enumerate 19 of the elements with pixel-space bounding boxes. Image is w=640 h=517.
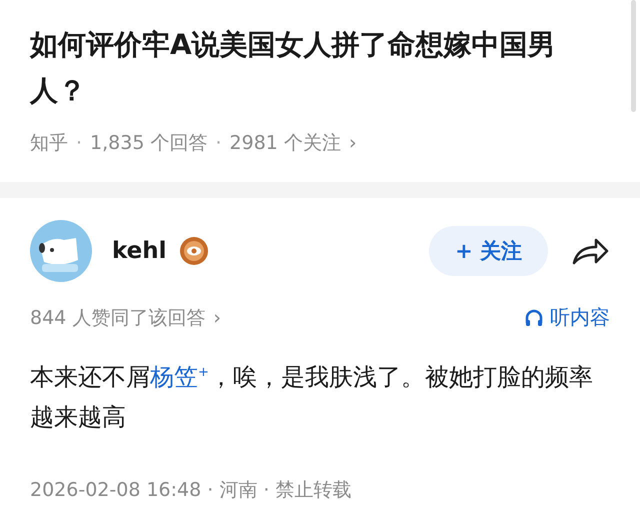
vote-count[interactable]: 844 人赞同了该回答: [30, 304, 206, 330]
meta-text: 1,835 个回答: [90, 131, 208, 156]
follow-button[interactable]: + 关注: [429, 226, 548, 276]
separator-dot: ·: [76, 132, 82, 154]
answer-text: 本来还不屑杨笠$^{+}$，唉，是我肤浅了。被她打脸的频率越来越高: [30, 362, 594, 433]
listen-link[interactable]: 听内容: [524, 304, 610, 331]
chevron[interactable]: ›: [213, 306, 221, 328]
avatar[interactable]: [30, 220, 92, 282]
eye-badge-icon: [178, 236, 209, 266]
meta-text: 2981 个关注: [230, 131, 341, 156]
topic-link[interactable]: 杨笠$^{+}$: [150, 363, 209, 391]
post-date: 2026-02-08 16:48 · 河南 · 禁止转载: [30, 478, 352, 503]
scrollbar[interactable]: [631, 0, 636, 112]
separator-dot: ·: [215, 132, 222, 154]
question-title: 如何评价牢A说美国女人拼了命想嫁中国男人？: [30, 27, 557, 109]
author-name[interactable]: kehl: [112, 238, 167, 264]
chevron[interactable]: ›: [348, 132, 357, 154]
headphones-icon: [524, 308, 544, 328]
meta-text[interactable]: 知乎: [30, 130, 68, 156]
